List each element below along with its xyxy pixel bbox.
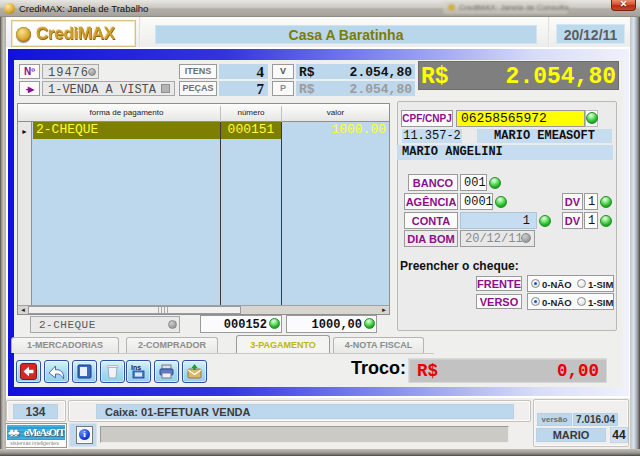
svg-text:Ins: Ins [131,364,141,371]
